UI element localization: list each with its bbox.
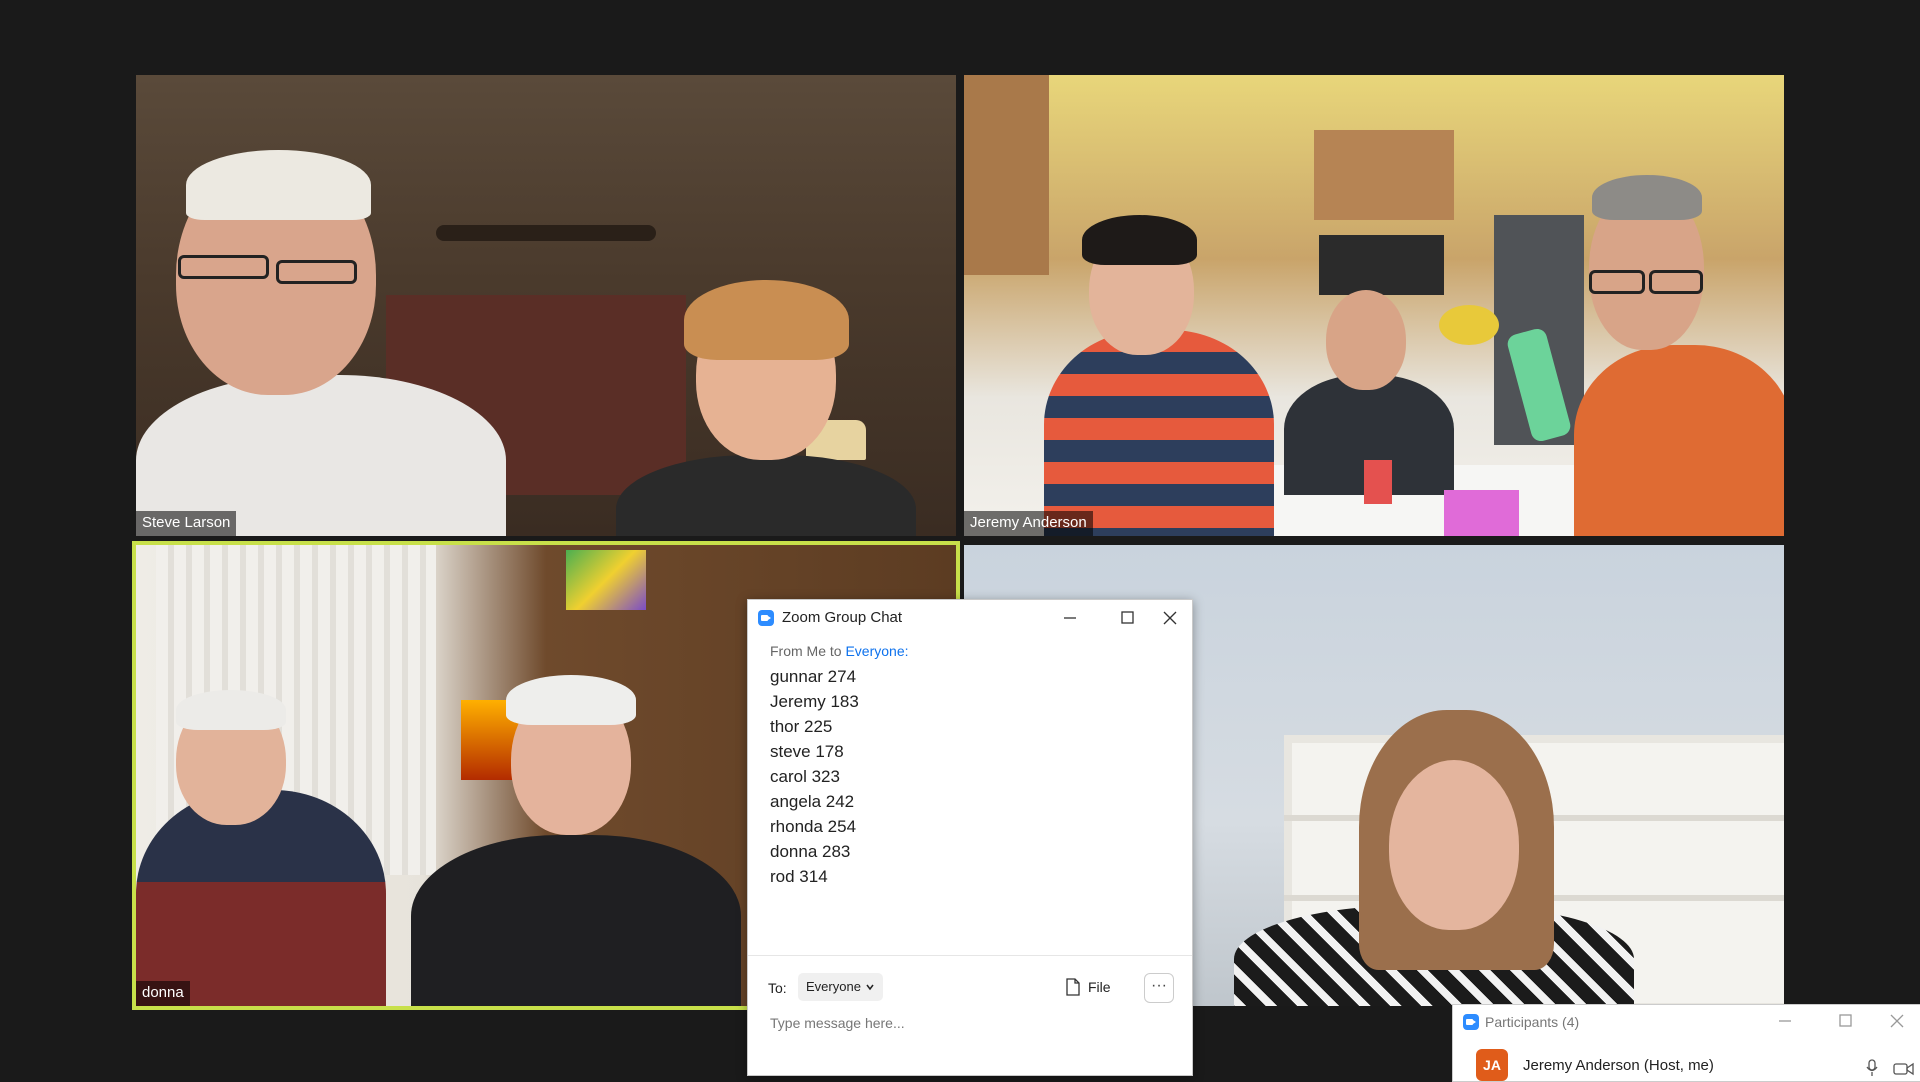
participants-title: Participants (4) (1485, 1014, 1580, 1030)
participant-name: Jeremy Anderson (Host, me) (1523, 1057, 1714, 1074)
microwave (1319, 235, 1444, 295)
chat-message: Jeremy 183 (770, 692, 859, 711)
glasses (1589, 270, 1645, 294)
maximize-button[interactable] (1105, 600, 1149, 636)
close-button[interactable] (1875, 1005, 1919, 1035)
close-icon (1163, 611, 1177, 625)
zoom-logo-icon (758, 610, 774, 626)
minimize-icon (1064, 617, 1076, 619)
maximize-button[interactable] (1823, 1005, 1867, 1035)
from-prefix: From Me to (770, 643, 846, 659)
message-sender-header: From Me to Everyone: (770, 643, 909, 659)
person-teen (1044, 330, 1274, 536)
message-input[interactable] (768, 1014, 1172, 1032)
recipient-dropdown-value: Everyone (806, 979, 861, 994)
chat-message: carol 323 (770, 767, 840, 786)
maximize-icon (1121, 611, 1134, 624)
participant-name-tag: Jeremy Anderson (964, 511, 1093, 536)
chevron-down-icon (866, 984, 874, 991)
hair-teen (1082, 215, 1197, 265)
glasses (1649, 270, 1703, 294)
avatar: JA (1476, 1049, 1508, 1081)
chat-titlebar[interactable]: Zoom Group Chat (748, 600, 1192, 636)
chat-title: Zoom Group Chat (782, 609, 903, 626)
hair-donna (506, 675, 636, 725)
to-label: To: (768, 980, 787, 996)
hair-steve (186, 150, 371, 220)
person-jeremy (1574, 345, 1784, 536)
minimize-icon (1779, 1020, 1791, 1022)
chat-message: gunnar 274 (770, 667, 857, 686)
more-options-button[interactable]: ··· (1144, 973, 1174, 1003)
participants-panel: Participants (4) JA Jeremy Anderson (Hos… (1452, 1004, 1920, 1082)
group-chat-window: Zoom Group Chat From Me to Everyone: gun… (747, 599, 1193, 1076)
person-woman-kitchen-head (1326, 290, 1406, 390)
chat-message: angela 242 (770, 792, 855, 811)
video-camera-icon[interactable] (1893, 1061, 1915, 1077)
recipient-link[interactable]: Everyone: (845, 643, 908, 659)
chat-message: donna 283 (770, 842, 851, 861)
close-icon (1890, 1014, 1904, 1028)
kitchen-cabinet-center (1314, 130, 1454, 220)
minimize-button[interactable] (1048, 600, 1092, 636)
chat-message: rod 314 (770, 867, 828, 886)
glasses (178, 255, 269, 279)
hair-woman (684, 280, 849, 360)
minimize-button[interactable] (1763, 1005, 1807, 1035)
participant-name-tag: donna (136, 981, 190, 1006)
hair-man (176, 690, 286, 730)
person-man-donna-tile (136, 790, 386, 1006)
flowers (1439, 305, 1499, 345)
file-button[interactable]: File (1066, 974, 1111, 1000)
kitchen-cabinet-left (964, 75, 1049, 275)
maximize-icon (1839, 1014, 1852, 1027)
video-tile-jeremy-anderson[interactable]: Jeremy Anderson (964, 75, 1784, 536)
video-tile-steve-larson[interactable]: Steve Larson (136, 75, 956, 536)
microphone-icon[interactable] (1865, 1059, 1879, 1077)
chat-message: thor 225 (770, 717, 833, 736)
glasses (276, 260, 357, 284)
chat-message: steve 178 (770, 742, 844, 761)
close-button[interactable] (1148, 600, 1192, 636)
face-woman-reading (1389, 760, 1519, 930)
file-icon (1066, 978, 1080, 996)
pink-toy (1444, 490, 1519, 536)
hair-jeremy (1592, 175, 1702, 220)
recipient-dropdown[interactable]: Everyone (798, 973, 883, 1001)
message-list: gunnar 274 Jeremy 183 thor 225 steve 178… (770, 664, 859, 889)
file-button-label: File (1088, 979, 1111, 995)
divider (748, 955, 1192, 956)
zoom-logo-icon (1463, 1014, 1479, 1030)
red-cup (1364, 460, 1392, 504)
wall-art (566, 550, 646, 610)
chat-message: rhonda 254 (770, 817, 857, 836)
person-donna (411, 835, 741, 1006)
ceiling-fan (436, 225, 656, 241)
participant-name-tag: Steve Larson (136, 511, 237, 536)
